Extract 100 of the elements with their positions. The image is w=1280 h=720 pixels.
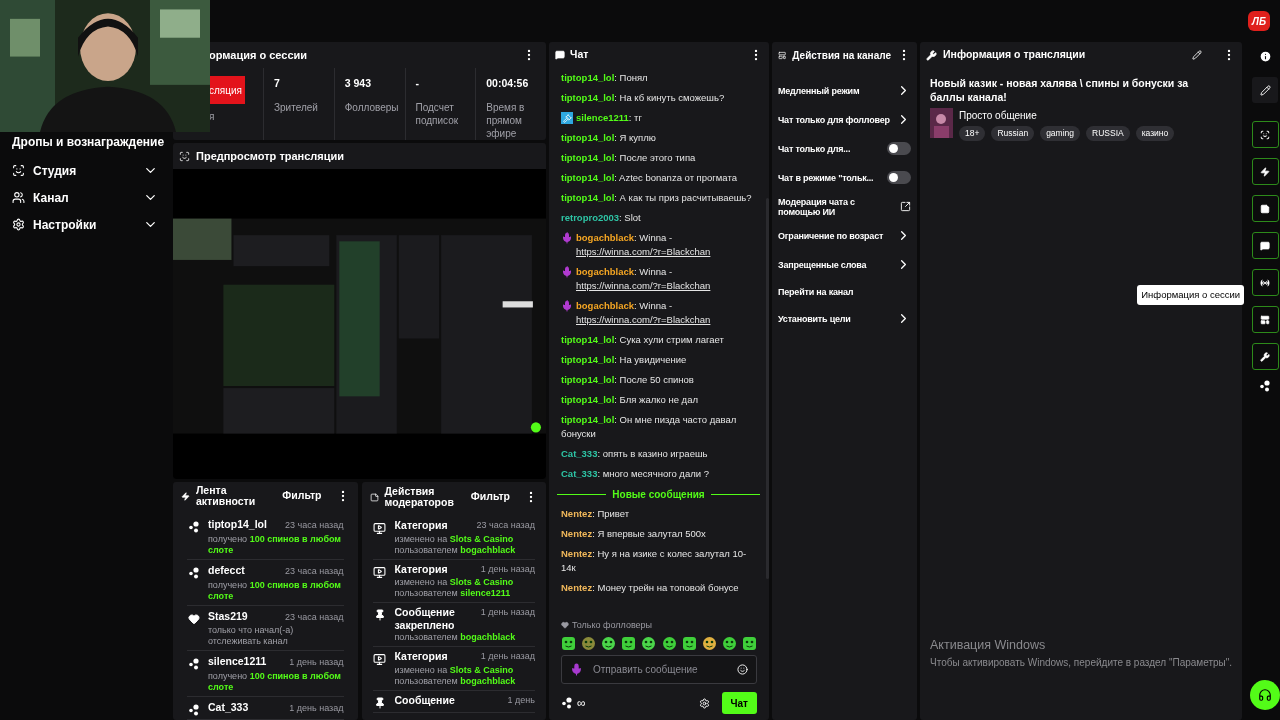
chat-message: silence1211: тг xyxy=(576,111,642,125)
wrench-icon xyxy=(1260,351,1271,362)
stat-value: 3 943 xyxy=(344,76,373,91)
channel-action[interactable]: Перейти на канал xyxy=(778,279,911,304)
pin-icon xyxy=(373,696,386,709)
tag[interactable]: gaming xyxy=(1040,126,1081,141)
stream-title: Новый казик - новая халява \ спины и бонуски за баллы канала! xyxy=(929,76,1190,104)
toggle-switch[interactable] xyxy=(887,171,911,184)
emote-icon[interactable] xyxy=(742,636,757,651)
chat-message: Nentez: Монеу трейн на топовой бонусе xyxy=(561,581,739,595)
emote-icon[interactable] xyxy=(561,636,576,651)
channel-action[interactable]: Чат в режиме "тольк... xyxy=(778,163,911,192)
sidebar-item[interactable]: Дропы и вознаграждение xyxy=(12,133,165,151)
wrench-icon xyxy=(926,49,937,61)
help-button[interactable] xyxy=(1250,680,1280,710)
stat-value: - xyxy=(415,76,420,91)
chat-icon xyxy=(555,50,565,60)
chat-message: Cat_333: много месячного дали ? xyxy=(561,467,709,481)
toggle-switch[interactable] xyxy=(887,142,911,155)
logo[interactable]: ЛБ xyxy=(1248,11,1270,31)
chat-message: tiptop14_lol: Бля жалко не дал xyxy=(561,393,698,407)
emote-icon[interactable] xyxy=(581,636,597,651)
chat-message: tiptop14_lol: На увидичение xyxy=(561,353,687,367)
windows-notice-text: Чтобы активировать Windows, перейдите в раздел "Параметры". xyxy=(930,656,1233,670)
action-label: Ограничение по возраст xyxy=(778,230,885,241)
chat-message: tiptop14_lol: Aztec bonanza от прогмата xyxy=(561,171,737,185)
timestamp: 1 день xyxy=(507,693,535,707)
message-box[interactable]: Отправить сообщение xyxy=(561,655,757,684)
chat-message: tiptop14_lol: Я куплю xyxy=(561,131,656,145)
sidebar-item[interactable]: Студия xyxy=(12,157,158,184)
category-icon xyxy=(373,565,386,579)
note-icon xyxy=(1260,203,1271,214)
action-label: Чат только для фолловер xyxy=(778,114,891,125)
broadcast-icon xyxy=(1260,277,1271,288)
channel-action[interactable]: Ограничение по возраст xyxy=(778,221,911,250)
chat-message: Nentez: Ну я на изике с колес залутал 10-14к xyxy=(561,547,748,575)
timestamp: 1 день назад xyxy=(480,562,535,576)
emote-icon[interactable] xyxy=(681,636,697,651)
action-label: Перейти на канал xyxy=(778,286,855,297)
chat-link[interactable]: https://winna.com/?r=Blackchan xyxy=(576,280,711,291)
action-text: изменено на Slots & Casino xyxy=(394,664,515,676)
filter-button[interactable]: Фильтр xyxy=(282,488,322,504)
filter-button[interactable]: Фильтр xyxy=(470,489,510,505)
channel-action[interactable]: Чат только для фолловер xyxy=(778,105,911,134)
activity-text: получено 100 спинов в любом слоте xyxy=(208,671,342,693)
settings-icon[interactable] xyxy=(698,697,710,709)
sidebar-label: Канал xyxy=(33,189,70,207)
action-title: Сообщение xyxy=(394,693,456,707)
emote-icon[interactable] xyxy=(621,636,637,651)
tag[interactable]: RUSSIA xyxy=(1086,126,1130,141)
chat-message: retropro2003: Slot xyxy=(561,211,641,225)
emote-icon[interactable] xyxy=(721,636,737,651)
scan-button[interactable] xyxy=(1251,121,1279,148)
sidebar-item[interactable]: Канал xyxy=(12,184,158,211)
note-button[interactable] xyxy=(1251,195,1279,222)
chat-link[interactable]: https://winna.com/?r=Blackchan xyxy=(576,246,711,257)
bolt-icon xyxy=(181,491,190,501)
dots-icon xyxy=(188,658,200,671)
emote-icon[interactable] xyxy=(701,636,717,651)
wrench-button[interactable] xyxy=(1251,343,1279,370)
chat-icon xyxy=(1260,240,1271,251)
info-icon[interactable] xyxy=(1258,50,1272,63)
timestamp: 1 день назад xyxy=(480,606,535,619)
edit-button[interactable] xyxy=(1252,77,1279,103)
stat-label: Фолловеры xyxy=(344,100,400,114)
layout-icon xyxy=(1260,314,1271,325)
chat-message: Cat_333: опять в казино играешь xyxy=(561,447,708,461)
channel-action[interactable]: Установить цели xyxy=(778,304,911,333)
timestamp: 23 часа назад xyxy=(476,519,535,532)
broadcast-button[interactable] xyxy=(1251,269,1279,296)
bolt-icon xyxy=(1260,166,1271,177)
chat-button[interactable] xyxy=(1251,232,1279,259)
layout-button[interactable] xyxy=(1251,306,1279,333)
pin-icon xyxy=(373,609,386,621)
emote-icon[interactable] xyxy=(641,636,657,651)
bolt-button[interactable] xyxy=(1251,158,1279,185)
channel-action[interactable]: Чат только для... xyxy=(778,134,911,163)
stat-label: Подсчет подписок xyxy=(415,100,460,127)
chat-link[interactable]: https://winna.com/?r=Blackchan xyxy=(576,314,711,325)
emote-icon[interactable] xyxy=(661,636,677,651)
send-button[interactable]: Чат xyxy=(721,692,757,714)
emoji-icon[interactable] xyxy=(737,664,748,675)
action-text: пользователем bogachblack xyxy=(394,544,517,556)
tag[interactable]: 18+ xyxy=(959,126,986,141)
channel-action[interactable]: Медленный режим xyxy=(778,76,911,105)
edit-icon[interactable] xyxy=(1192,50,1203,60)
channel-action[interactable]: Модерация чата с помощью ИИ xyxy=(778,192,911,221)
dots-icon xyxy=(1259,380,1272,392)
username: silence1211 xyxy=(208,654,267,670)
channel-action[interactable]: Запрещенные слова xyxy=(778,250,911,279)
message-input[interactable]: Отправить сообщение xyxy=(593,662,727,677)
tag[interactable]: Russian xyxy=(991,126,1035,141)
tag[interactable]: казино xyxy=(1135,126,1175,141)
panel-title: Чат xyxy=(570,47,590,63)
emote-icon[interactable] xyxy=(601,636,617,651)
username: defecct xyxy=(208,562,245,578)
sidebar-item[interactable]: Настройки xyxy=(12,211,158,238)
action-label: Медленный режим xyxy=(778,85,861,96)
activity-text: только что начал(-а) отслеживать канал xyxy=(208,625,295,648)
heart-icon xyxy=(188,612,200,625)
